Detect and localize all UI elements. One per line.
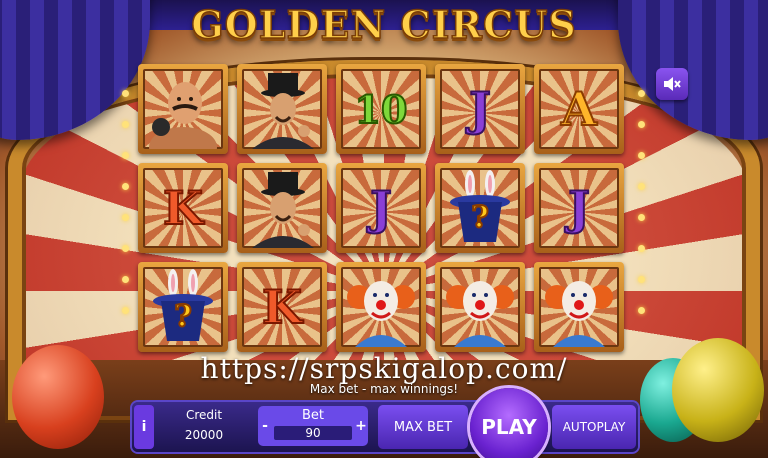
symbol-label: K (162, 180, 204, 236)
max-bet-message: Max bet - max winnings! (309, 382, 459, 396)
reel-cell-frame (341, 267, 421, 347)
reel-cell (534, 262, 624, 352)
reel-cell-frame: K (143, 168, 223, 248)
reel-cell-frame: J (440, 69, 520, 149)
symbol-label: J (369, 180, 393, 236)
autoplay-button[interactable]: AUTOPLAY (552, 405, 636, 449)
clown-icon (545, 281, 613, 347)
reel-cell-frame: A (539, 69, 619, 149)
sound-muted-icon (664, 77, 681, 91)
symbol-label: K (261, 279, 303, 335)
credit-label: Credit (185, 408, 223, 422)
bet-display: Bet 90 (274, 408, 352, 444)
clown-icon (347, 281, 415, 347)
reel-cell-frame (242, 69, 322, 149)
reel-cell-frame (143, 69, 223, 149)
reel-cell-frame: ? (440, 168, 520, 248)
reel-cell (435, 262, 525, 352)
symbol-label: J (567, 180, 591, 236)
strongman-icon (149, 82, 217, 149)
watermark-text: https://srpskigalop.com/ (200, 352, 568, 385)
left-bulbs (122, 90, 130, 338)
sound-toggle-button[interactable] (656, 68, 688, 100)
reel-cell (237, 163, 327, 253)
reel-cell (336, 262, 426, 352)
symbol-label: ? (470, 199, 490, 236)
symbol-label: ? (173, 298, 193, 335)
reel-cell (138, 64, 228, 154)
bet-control: - Bet 90 + (258, 406, 368, 446)
reel-cell-frame: J (341, 168, 421, 248)
reel-cell: K (237, 262, 327, 352)
bet-increase-button[interactable]: + (354, 406, 368, 446)
reel-cell: 10 (336, 64, 426, 154)
reel-cell: A (534, 64, 624, 154)
bet-value: 90 (274, 426, 352, 440)
reel-cell: J (435, 64, 525, 154)
reel-cell: K (138, 163, 228, 253)
reel-cell-frame (242, 168, 322, 248)
reel-cell-frame (539, 267, 619, 347)
game-stage: GOLDEN CIRCUS 10 J A K J? J? K https://srpskig… (0, 0, 768, 458)
magician-icon (252, 73, 314, 149)
right-bulbs (638, 90, 646, 338)
clown-icon (446, 281, 514, 347)
reel-cell: J (336, 163, 426, 253)
reel-cell: ? (435, 163, 525, 253)
bet-label: Bet (301, 408, 324, 423)
reel-cell: ? (138, 262, 228, 352)
bet-decrease-button[interactable]: - (258, 406, 272, 446)
reel-cell-frame: ? (143, 267, 223, 347)
game-title: GOLDEN CIRCUS (190, 1, 577, 48)
credit-value: 20000 (184, 428, 224, 442)
credit-display: Credit 20000 (160, 405, 248, 449)
symbol-label: A (560, 81, 598, 137)
symbol-label: 10 (354, 86, 409, 133)
reel-cell-frame (440, 267, 520, 347)
magician-icon (252, 172, 314, 248)
reel-cell-frame: J (539, 168, 619, 248)
reel-cell-frame: 10 (341, 69, 421, 149)
max-bet-button[interactable]: MAX BET (378, 405, 468, 449)
reel-cell (237, 64, 327, 154)
reel-cell: J (534, 163, 624, 253)
symbol-label: J (468, 81, 492, 137)
reel-cell-frame: K (242, 267, 322, 347)
play-button[interactable]: PLAY (470, 388, 548, 458)
reel-grid: 10 J A K J? J? K (138, 64, 628, 360)
info-button[interactable]: i (134, 405, 154, 449)
